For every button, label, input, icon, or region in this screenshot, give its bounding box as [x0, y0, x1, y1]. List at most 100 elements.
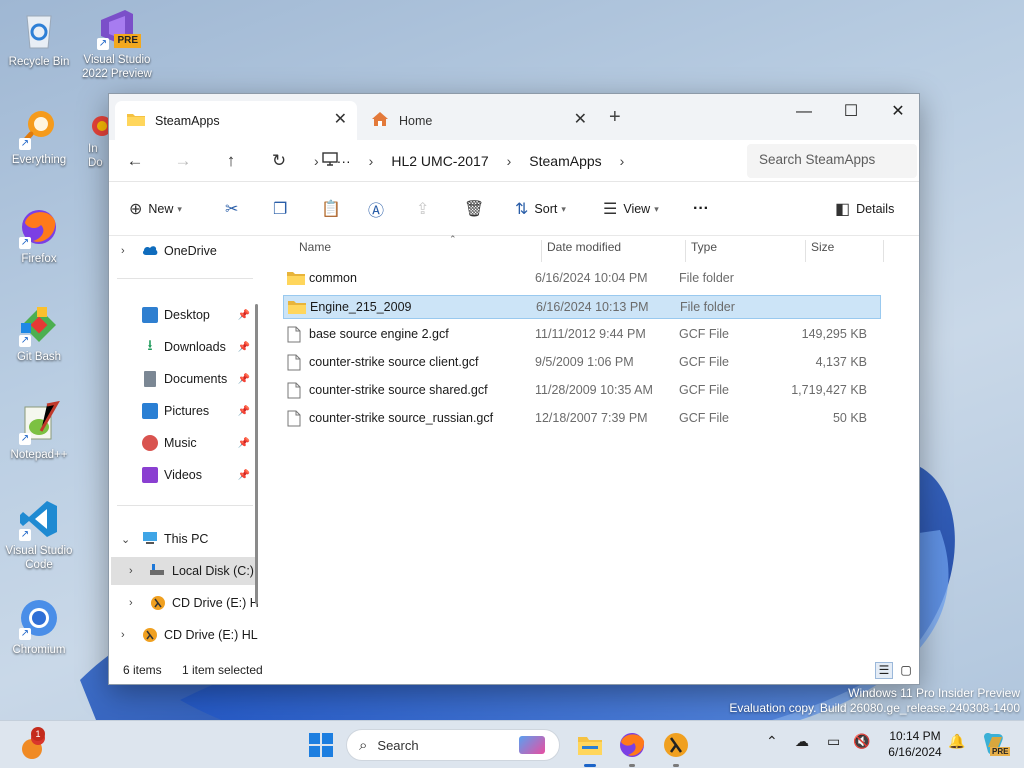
show-hidden-icons-button[interactable]: ⌃: [766, 733, 778, 750]
nav-item-downloads[interactable]: ⭳ Downloads 📌: [109, 333, 254, 361]
desktop-icon-visual-studio-preview[interactable]: PRE ↗ Visual Studio 2022 Preview: [79, 6, 155, 81]
file-row[interactable]: counter-strike source_russian.gcf 12/18/2…: [283, 407, 881, 431]
column-header-size[interactable]: Size: [811, 240, 834, 262]
nav-item-videos[interactable]: Videos 📌: [109, 461, 254, 489]
desktop-icon-firefox[interactable]: ↗ Firefox: [1, 205, 77, 266]
network-offline-icon[interactable]: ☁: [795, 733, 809, 750]
new-tab-button[interactable]: +: [609, 106, 621, 129]
view-button[interactable]: ☰ View ▾: [603, 198, 659, 220]
file-date-modified: 11/28/2009 10:35 AM: [535, 383, 653, 397]
nav-item-desktop[interactable]: Desktop 📌: [109, 301, 254, 329]
taskbar-firefox[interactable]: [616, 729, 648, 767]
system-clock[interactable]: 10:14 PM 6/16/2024: [880, 728, 950, 760]
desktop-icon-vscode[interactable]: ↗ Visual Studio Code: [1, 497, 77, 572]
nav-scrollbar[interactable]: [255, 304, 258, 604]
navigation-pane: › OneDrive Desktop 📌 ⭳ Downloads 📌 Docum…: [109, 236, 259, 656]
file-row[interactable]: counter-strike source shared.gcf 11/28/20…: [283, 379, 881, 403]
up-button[interactable]: ↑: [218, 149, 244, 173]
column-separator[interactable]: [685, 240, 686, 262]
column-header-type[interactable]: Type: [691, 240, 717, 262]
refresh-button[interactable]: ↻: [266, 149, 292, 173]
file-row[interactable]: common 6/16/2024 10:04 PM File folder: [283, 267, 881, 291]
chevron-right-icon[interactable]: ›: [129, 565, 133, 577]
file-date-modified: 11/11/2012 9:44 PM: [535, 327, 646, 341]
notification-bell-icon[interactable]: 🔔: [948, 733, 965, 750]
sort-button[interactable]: ⇅ Sort ▾: [515, 198, 566, 220]
pin-icon[interactable]: 📌: [238, 374, 250, 385]
sort-button-label: Sort: [534, 202, 558, 216]
nav-item-cd-drive[interactable]: › CD Drive (E:) HL: [109, 621, 258, 649]
large-icons-view-button[interactable]: ▢: [897, 662, 915, 679]
desktop-icon-git-bash[interactable]: ↗ Git Bash: [1, 303, 77, 364]
column-header-name[interactable]: ⌃ Name: [299, 234, 457, 262]
chevron-right-icon[interactable]: ›: [121, 245, 125, 257]
desktop-icon-notepad-plus-plus[interactable]: ↗ Notepad++: [1, 400, 77, 462]
taskbar-search-box[interactable]: ⌕ Search: [346, 729, 560, 761]
chevron-right-icon[interactable]: ›: [121, 629, 125, 641]
taskbar-half-life[interactable]: [660, 729, 692, 767]
pin-icon[interactable]: 📌: [238, 342, 250, 353]
close-tab-icon[interactable]: ✕: [334, 112, 347, 128]
taskbar-file-explorer[interactable]: [574, 729, 606, 767]
tab-steamapps[interactable]: SteamApps ✕: [115, 101, 357, 140]
desktop-icon-everything[interactable]: ↗ Everything: [1, 106, 77, 167]
details-pane-button[interactable]: ◧ Details: [835, 198, 894, 220]
desktop-icon-recycle-bin[interactable]: Recycle Bin: [1, 8, 77, 69]
new-button[interactable]: ⊕ New ▾: [129, 198, 182, 220]
nav-item-this-pc[interactable]: ⌄ This PC: [109, 525, 254, 553]
display-icon[interactable]: ▭: [827, 733, 840, 750]
command-bar: ⊕ New ▾ ✂ ❐ 📋 Ⓐ ⇪ 🗑 ⇅ Sort ▾ ☰ View ▾ ··…: [109, 182, 919, 236]
pictures-icon: [142, 403, 158, 419]
desktop-icon-chromium[interactable]: ↗ Chromium: [1, 596, 77, 657]
maximize-button[interactable]: ☐: [828, 98, 874, 128]
everything-search-icon: ↗: [17, 106, 61, 150]
file-name: base source engine 2.gcf: [309, 327, 449, 341]
desktop-icon: [142, 307, 158, 323]
pin-icon[interactable]: 📌: [238, 310, 250, 321]
column-separator[interactable]: [883, 240, 884, 262]
forward-button[interactable]: →: [170, 149, 196, 173]
minimize-button[interactable]: —: [781, 98, 827, 128]
nav-item-documents[interactable]: Documents 📌: [109, 365, 254, 393]
copy-button[interactable]: ❐: [273, 198, 293, 220]
details-view-button[interactable]: ☰: [875, 662, 893, 679]
share-button[interactable]: ⇪: [416, 198, 435, 220]
breadcrumb-overflow-button[interactable]: ···: [337, 153, 351, 169]
search-input[interactable]: Search SteamApps: [747, 144, 917, 178]
breadcrumb-item-steamapps[interactable]: SteamApps: [529, 153, 601, 169]
pin-icon[interactable]: 📌: [238, 406, 250, 417]
file-row[interactable]: base source engine 2.gcf 11/11/2012 9:44 …: [283, 323, 881, 347]
pin-icon[interactable]: 📌: [238, 438, 250, 449]
column-separator[interactable]: [805, 240, 806, 262]
volume-icon[interactable]: 🔇: [853, 733, 870, 750]
file-row[interactable]: counter-strike source client.gcf 9/5/2009…: [283, 351, 881, 375]
nav-item-onedrive[interactable]: › OneDrive: [109, 237, 254, 265]
close-window-button[interactable]: ✕: [875, 98, 919, 128]
weather-widget-button[interactable]: 1: [18, 727, 50, 761]
nav-item-pictures[interactable]: Pictures 📌: [109, 397, 254, 425]
cut-button[interactable]: ✂: [225, 198, 244, 220]
item-count: 6 items: [123, 663, 162, 677]
chevron-down-icon[interactable]: ⌄: [121, 533, 130, 546]
tab-home[interactable]: Home ✕: [359, 101, 597, 140]
breadcrumb-item-hl2-umc[interactable]: HL2 UMC-2017: [391, 153, 488, 169]
paste-button[interactable]: 📋: [321, 198, 347, 220]
pin-icon[interactable]: 📌: [238, 470, 250, 481]
column-header-date[interactable]: Date modified: [547, 240, 621, 262]
delete-button[interactable]: 🗑: [464, 198, 490, 220]
start-button[interactable]: [305, 729, 337, 761]
nav-item-cd-drive-sub[interactable]: › CD Drive (E:) H: [109, 589, 259, 617]
nav-item-music[interactable]: Music 📌: [109, 429, 254, 457]
computer-icon: [142, 531, 158, 547]
nav-item-local-disk[interactable]: › Local Disk (C:): [111, 557, 256, 585]
back-button[interactable]: ←: [122, 149, 148, 173]
desktop-icon-partial[interactable]: In Do: [88, 112, 108, 170]
chevron-right-icon[interactable]: ›: [129, 597, 133, 609]
copilot-button[interactable]: PRE: [978, 729, 1011, 761]
rename-button[interactable]: Ⓐ: [368, 198, 390, 220]
column-separator[interactable]: [541, 240, 542, 262]
more-options-button[interactable]: ···: [693, 198, 709, 220]
close-tab-icon[interactable]: ✕: [574, 112, 587, 128]
chevron-right-icon[interactable]: ›: [620, 153, 625, 169]
file-row[interactable]: Engine_215_2009 6/16/2024 10:13 PM File fo…: [283, 295, 881, 319]
